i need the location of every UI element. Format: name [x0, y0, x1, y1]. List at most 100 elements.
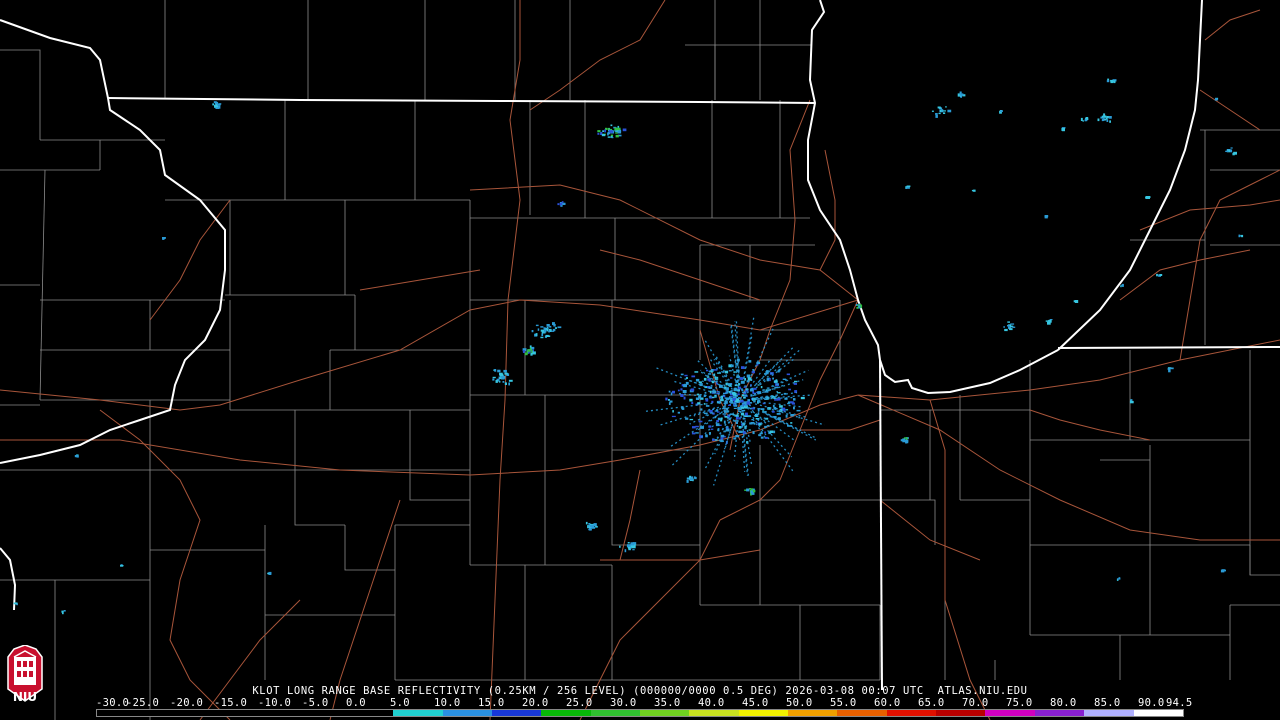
- product-title: KLOT LONG RANGE BASE REFLECTIVITY (0.25K…: [252, 685, 1028, 697]
- echo-pixel: [677, 389, 680, 392]
- echo-pixel: [267, 572, 269, 575]
- color-scale-swatch: [639, 710, 690, 716]
- echo-pixel: [528, 352, 530, 354]
- scale-label: 15.0: [478, 697, 505, 709]
- echo-pixel: [668, 390, 671, 393]
- echo-pixel: [730, 395, 733, 398]
- scale-label: -10.0: [258, 697, 292, 709]
- echo-pixel: [1232, 152, 1235, 156]
- echo-pixel: [492, 378, 495, 381]
- echo-pixel: [689, 398, 693, 402]
- echo-pixel: [527, 349, 531, 352]
- echo-pixel: [746, 488, 750, 492]
- echo-pixel: [712, 438, 715, 441]
- echo-pixel: [1012, 326, 1016, 328]
- color-scale-swatch: [1034, 710, 1085, 716]
- echo-pixel: [748, 360, 752, 363]
- echo-pixel: [607, 136, 611, 138]
- color-scale-swatch: [393, 710, 443, 716]
- echo-pixel: [722, 413, 727, 415]
- echo-pixel: [541, 333, 544, 336]
- echo-pixel: [597, 130, 601, 133]
- echo-pixel: [741, 389, 744, 392]
- color-scale-swatch: [1084, 710, 1134, 716]
- color-scale-swatch: [837, 710, 887, 716]
- echo-pixel: [585, 521, 588, 525]
- echo-pixel: [597, 132, 600, 135]
- echo-pixel: [737, 391, 740, 393]
- echo-pixel: [499, 373, 504, 377]
- scale-label: 94.5: [1166, 697, 1193, 709]
- echo-pixel: [694, 371, 699, 373]
- echo-pixel: [1108, 116, 1112, 119]
- echo-pixel: [779, 405, 783, 408]
- echo-pixel: [680, 373, 684, 376]
- echo-pixel: [1159, 274, 1163, 276]
- echo-pixel: [772, 377, 774, 380]
- echo-pixel: [691, 375, 696, 378]
- echo-pixel: [705, 405, 710, 407]
- echo-pixel: [798, 416, 800, 419]
- echo-pixel: [706, 369, 709, 372]
- echo-pixel: [741, 366, 745, 369]
- echo-pixel: [744, 385, 747, 387]
- scale-label: 10.0: [434, 697, 461, 709]
- echo-pixel: [1225, 150, 1229, 152]
- color-scale-swatch: [590, 710, 640, 716]
- echo-pixel: [730, 401, 734, 404]
- echo-pixel: [710, 428, 714, 430]
- color-scale-swatch: [294, 710, 344, 716]
- echo-pixel: [15, 602, 17, 605]
- echo-pixel: [61, 610, 64, 613]
- scale-label: -30.0: [96, 697, 130, 709]
- echo-pixel: [1106, 80, 1110, 83]
- color-scale-swatch: [936, 710, 986, 716]
- echo-pixel: [788, 388, 791, 391]
- scale-labels: -30.0 -25.0 -20.0 -15.0 -10.0 -5.0 0.0 5.0 10.0 1…: [96, 698, 1196, 709]
- echo-pixel: [1106, 119, 1109, 122]
- echo-pixel: [1230, 149, 1233, 153]
- echo-pixel: [504, 372, 508, 375]
- echo-pixel: [1045, 320, 1050, 322]
- echo-pixel: [686, 479, 689, 483]
- echo-pixel: [746, 402, 751, 405]
- echo-pixel: [942, 110, 946, 112]
- echo-pixel: [1121, 283, 1124, 287]
- echo-pixel: [718, 401, 721, 404]
- color-scale-swatch: [738, 710, 789, 716]
- echo-pixel: [671, 390, 675, 394]
- echo-pixel: [1170, 367, 1174, 370]
- echo-pixel: [548, 330, 550, 333]
- echo-pixel: [631, 545, 636, 549]
- reflectivity-color-scale: [96, 709, 1184, 717]
- echo-pixel: [677, 411, 680, 414]
- echo-pixel: [737, 407, 742, 410]
- echo-pixel: [63, 610, 66, 612]
- echo-pixel: [504, 382, 507, 385]
- echo-pixel: [793, 398, 796, 401]
- echo-pixel: [530, 352, 533, 356]
- echo-pixel: [557, 326, 562, 329]
- echo-pixel: [737, 397, 742, 399]
- echo-pixel: [503, 369, 507, 373]
- scale-label: 85.0: [1094, 697, 1121, 709]
- scale-label: 25.0: [566, 697, 593, 709]
- echo-pixel: [739, 405, 744, 407]
- color-scale-swatch: [985, 710, 1035, 716]
- scale-label: 75.0: [1006, 697, 1033, 709]
- echo-pixel: [619, 545, 621, 548]
- color-scale-swatch: [195, 710, 246, 716]
- echo-pixel: [785, 409, 789, 411]
- echo-pixel: [733, 403, 736, 406]
- echo-pixel: [935, 113, 938, 115]
- echo-pixel: [726, 398, 730, 400]
- echo-pixel: [707, 373, 712, 375]
- echo-pixel: [1215, 98, 1218, 101]
- echo-pixel: [559, 202, 562, 206]
- echo-pixel: [665, 397, 668, 401]
- echo-pixel: [760, 386, 763, 389]
- scale-label: 80.0: [1050, 697, 1077, 709]
- echo-pixel: [717, 428, 720, 432]
- echo-pixel: [790, 422, 793, 424]
- echo-pixel: [508, 382, 510, 386]
